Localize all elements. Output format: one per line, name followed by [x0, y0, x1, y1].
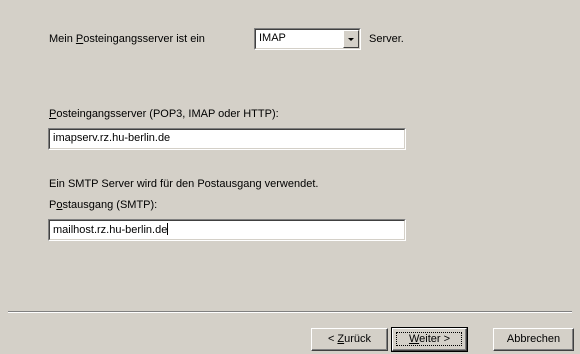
- incoming-server-label: Posteingangsserver (POP3, IMAP oder HTTP…: [49, 108, 279, 120]
- server-type-label: Mein Posteingangsserver ist ein: [49, 33, 205, 45]
- back-button[interactable]: < Zurück: [311, 328, 388, 351]
- outgoing-server-value: mailhost.rz.hu-berlin.de: [53, 224, 168, 236]
- outgoing-server-input[interactable]: mailhost.rz.hu-berlin.de: [48, 219, 406, 241]
- server-type-value: IMAP: [259, 32, 286, 44]
- cancel-button[interactable]: Abbrechen: [493, 328, 574, 351]
- next-button[interactable]: Weiter >: [391, 327, 468, 352]
- server-type-select[interactable]: IMAP: [254, 28, 361, 50]
- button-divider: [8, 311, 572, 313]
- chevron-down-icon[interactable]: [343, 30, 359, 48]
- text-caret: [167, 223, 169, 235]
- incoming-server-value: imapserv.rz.hu-berlin.de: [53, 132, 171, 144]
- smtp-note: Ein SMTP Server wird für den Postausgang…: [49, 178, 319, 190]
- incoming-server-input[interactable]: imapserv.rz.hu-berlin.de: [48, 128, 406, 150]
- outgoing-server-label: Postausgang (SMTP):: [49, 199, 158, 211]
- server-suffix-label: Server.: [369, 33, 404, 45]
- wizard-page: Mein Posteingangsserver ist ein IMAP Ser…: [0, 0, 580, 310]
